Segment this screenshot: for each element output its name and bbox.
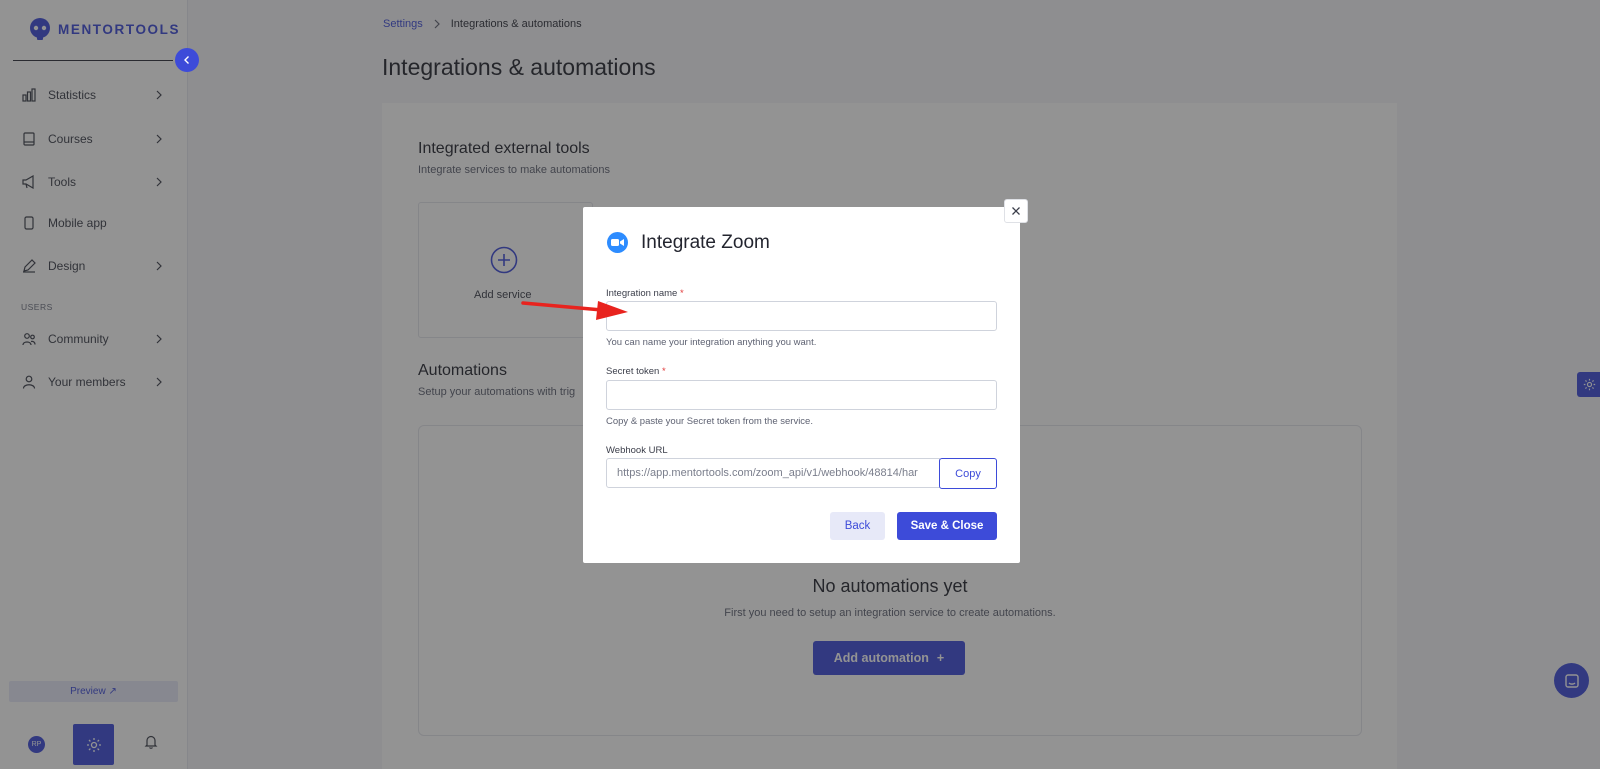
red-arrow-annotation: [521, 301, 628, 320]
collapse-sidebar-button[interactable]: [175, 48, 199, 72]
integration-name-input[interactable]: [606, 301, 997, 331]
modal-title: Integrate Zoom: [641, 232, 770, 253]
copy-button[interactable]: Copy: [939, 458, 997, 489]
required-mark: *: [661, 366, 666, 377]
webhook-url-label: Webhook URL: [606, 445, 668, 456]
secret-token-help: Copy & paste your Secret token from the …: [606, 416, 813, 427]
secret-token-label: Secret token *: [606, 366, 666, 377]
back-button[interactable]: Back: [830, 512, 885, 540]
secret-token-label-text: Secret token: [606, 366, 660, 377]
save-and-close-button[interactable]: Save & Close: [897, 512, 997, 540]
required-mark: *: [679, 288, 684, 299]
integration-name-help: You can name your integration anything y…: [606, 337, 817, 348]
secret-token-input[interactable]: [606, 380, 997, 410]
zoom-icon: [607, 232, 628, 253]
chevron-left-icon: [184, 56, 189, 64]
webhook-url-input[interactable]: [606, 458, 940, 488]
close-icon: [1012, 207, 1020, 215]
close-button[interactable]: [1004, 199, 1028, 223]
